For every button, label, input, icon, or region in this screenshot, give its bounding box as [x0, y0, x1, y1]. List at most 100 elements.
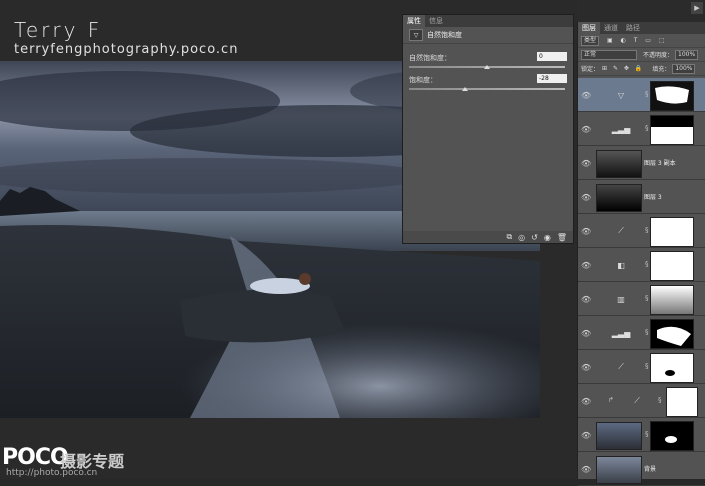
watermark-url: terryfengphotography.poco.cn	[14, 42, 239, 57]
layer-mask[interactable]	[666, 387, 698, 417]
vibrance-label: 自然饱和度：	[409, 54, 451, 62]
layer-thumbnail	[596, 184, 642, 212]
link-icon: §	[645, 430, 649, 438]
properties-footer: ⧉ ◎ ↺ ◉ 🗑	[403, 231, 573, 243]
poco-logo: POCO	[2, 445, 69, 470]
link-icon: §	[645, 124, 649, 132]
eye-icon[interactable]: 👁	[581, 193, 591, 202]
link-icon: §	[645, 328, 649, 336]
curves-icon: ⟋	[618, 362, 624, 371]
link-icon: §	[645, 294, 649, 302]
layer-3[interactable]: 👁 图层 3	[578, 180, 705, 214]
layer-filter-row: 类型 ▣ ◐ T ▭ ⬚	[578, 34, 705, 48]
tab-channels[interactable]: 通道	[600, 23, 622, 33]
link-icon: §	[645, 226, 649, 234]
properties-title: 自然饱和度	[427, 31, 462, 39]
vibrance-slider[interactable]	[409, 65, 565, 69]
reset-icon[interactable]: ↺	[531, 233, 538, 242]
eye-icon[interactable]: 👁	[581, 227, 591, 236]
layer-thumbnail	[596, 456, 642, 484]
eye-icon[interactable]: 👁	[581, 465, 591, 474]
saturation-input[interactable]: -28	[537, 74, 567, 83]
layers-tabs: 图层 通道 路径	[578, 22, 705, 34]
properties-header: ▽ 自然饱和度	[403, 27, 573, 44]
eye-icon[interactable]: 👁	[581, 431, 591, 440]
levels-icon: ▂▃▅	[611, 328, 631, 338]
blend-mode-select[interactable]: 正常	[581, 49, 637, 60]
layer-mask[interactable]	[650, 319, 694, 349]
tab-info[interactable]: 信息	[425, 16, 447, 26]
properties-panel: 属性 信息 ▽ 自然饱和度 自然饱和度： 0 饱和度： -28 ⧉ ◎ ↺ ◉ …	[402, 14, 574, 244]
curves-icon: ⟋	[634, 396, 640, 405]
opacity-input[interactable]: 100%	[675, 49, 699, 60]
layer-thumbnail	[596, 150, 642, 178]
opacity-label: 不透明度：	[643, 52, 674, 59]
curves-icon: ⟋	[618, 226, 624, 235]
eye-icon[interactable]: 👁	[581, 295, 591, 304]
fill-input[interactable]: 100%	[672, 63, 696, 74]
eye-icon[interactable]: 👁	[581, 125, 591, 134]
lock-icons[interactable]: ⊞ ✎ ✥ 🔒	[602, 65, 644, 72]
layer-mask[interactable]	[650, 421, 694, 451]
layer-mask[interactable]	[650, 81, 694, 111]
eye-icon[interactable]: 👁	[581, 159, 591, 168]
watermark-name: Terry F	[14, 18, 103, 42]
lock-label: 锁定：	[581, 66, 600, 73]
layers-panel: 图层 通道 路径 类型 ▣ ◐ T ▭ ⬚ 正常 不透明度： 100% 锁定： …	[577, 22, 705, 486]
vibrance-input[interactable]: 0	[537, 52, 567, 61]
layer-brightness[interactable]: 👁 ◧ §	[578, 248, 705, 282]
layer-mask[interactable]	[650, 285, 694, 315]
delete-icon[interactable]: 🗑	[557, 233, 567, 242]
eye-icon[interactable]: 👁	[581, 261, 591, 270]
layer-name[interactable]: 图层 3	[644, 192, 662, 201]
link-icon: §	[645, 362, 649, 370]
lock-row: 锁定： ⊞ ✎ ✥ 🔒 填充： 100%	[578, 62, 705, 76]
layer-levels[interactable]: 👁 ▂▃▅ §	[578, 112, 705, 146]
saturation-slider-thumb[interactable]	[462, 87, 469, 91]
layer-curves[interactable]: 👁 ⟋ §	[578, 214, 705, 248]
eye-icon[interactable]: 👁	[581, 329, 591, 338]
layer-curves-2[interactable]: 👁 ⟋ §	[578, 350, 705, 384]
clip-to-layer-icon[interactable]: ⧉	[506, 232, 512, 242]
eye-icon[interactable]: 👁	[581, 363, 591, 372]
poco-site-url: http://photo.poco.cn	[6, 468, 98, 478]
tab-layers[interactable]: 图层	[578, 22, 600, 34]
layer-photo-masked[interactable]: 👁 §	[578, 418, 705, 452]
levels-icon: ▂▃▅	[611, 124, 631, 134]
collapse-panels-button[interactable]: ▶	[691, 2, 703, 14]
visibility-icon[interactable]: ◉	[544, 233, 551, 242]
layer-name[interactable]: 图层 3 副本	[644, 158, 676, 167]
layer-levels-2[interactable]: 👁 ▂▃▅ §	[578, 316, 705, 350]
vibrance-slider-thumb[interactable]	[484, 65, 490, 69]
vibrance-adjustment-icon: ▽	[409, 29, 423, 41]
link-icon: §	[645, 90, 649, 98]
eye-icon[interactable]: 👁	[581, 91, 591, 100]
layer-thumbnail	[596, 422, 642, 450]
blend-row: 正常 不透明度： 100%	[578, 48, 705, 62]
view-previous-icon[interactable]: ◎	[518, 233, 525, 242]
layer-mask[interactable]	[650, 251, 694, 281]
kind-filter-select[interactable]: 类型	[581, 35, 600, 46]
tab-properties[interactable]: 属性	[403, 15, 425, 27]
layer-background[interactable]: 👁 背景	[578, 452, 705, 486]
layer-mask[interactable]	[650, 353, 694, 383]
filter-icons[interactable]: ▣ ◐ T ▭ ⬚	[607, 37, 668, 44]
layer-channel-mixer[interactable]: 👁 ▥ §	[578, 282, 705, 316]
fill-label: 填充：	[652, 66, 671, 73]
clip-arrow-icon: ↱	[608, 396, 614, 404]
panel-dock-top: ▶	[577, 0, 705, 22]
layer-name[interactable]: 背景	[644, 464, 656, 473]
layer-mask[interactable]	[650, 115, 694, 145]
layer-mask[interactable]	[650, 217, 694, 247]
layer-3-copy[interactable]: 👁 图层 3 副本	[578, 146, 705, 180]
layer-vibrance[interactable]: 👁 ▽ §	[578, 78, 705, 112]
eye-icon[interactable]: 👁	[581, 397, 591, 406]
link-icon: §	[645, 260, 649, 268]
brightness-icon: ◧	[617, 260, 625, 270]
saturation-slider[interactable]	[409, 87, 565, 91]
layer-curves-clipped[interactable]: 👁 ↱ ⟋ §	[578, 384, 705, 418]
properties-tabs: 属性 信息	[403, 15, 573, 27]
link-icon: §	[658, 396, 662, 404]
vibrance-layer-icon: ▽	[617, 90, 625, 100]
tab-paths[interactable]: 路径	[622, 23, 644, 33]
